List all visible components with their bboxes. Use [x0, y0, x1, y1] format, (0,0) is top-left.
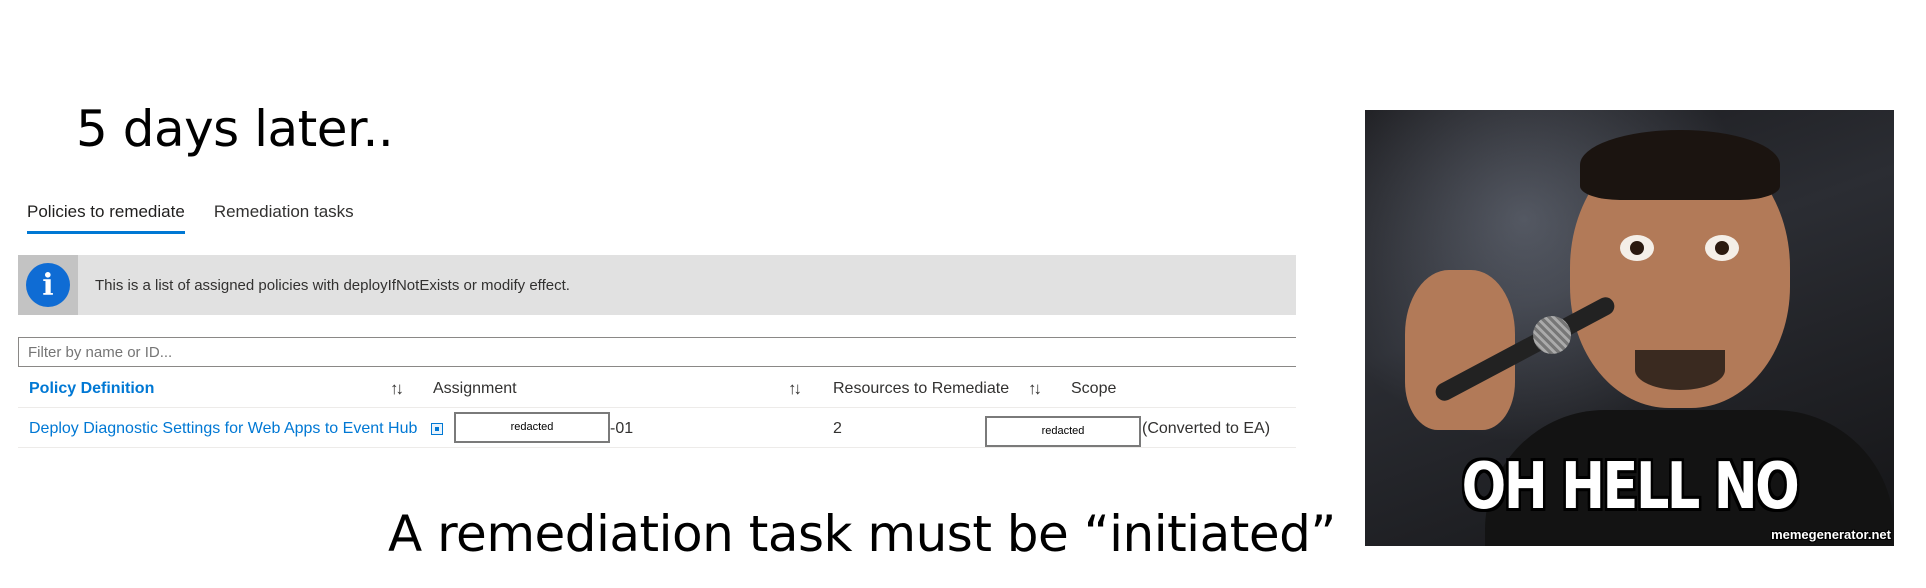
filter-input[interactable]	[18, 337, 1296, 367]
policy-definition-link[interactable]: Deploy Diagnostic Settings for Web Apps …	[29, 410, 417, 448]
slide-caption: A remediation task must be “initiated”	[388, 505, 1336, 563]
hair	[1580, 130, 1780, 200]
microphone-head	[1533, 316, 1571, 354]
right-eye	[1705, 235, 1739, 261]
tab-bar: Policies to remediate Remediation tasks	[18, 198, 364, 234]
resources-count: 2	[833, 420, 842, 437]
tab-policies-to-remediate[interactable]: Policies to remediate	[27, 198, 185, 234]
scope-redacted-box: redacted	[985, 416, 1141, 447]
meme-caption: OH HELL NO	[1461, 450, 1800, 524]
column-header-resources-to-remediate[interactable]: Resources to Remediate	[833, 370, 1009, 408]
raised-hand	[1405, 270, 1515, 430]
scope-suffix: (Converted to EA)	[1142, 420, 1271, 437]
meme-watermark: memegenerator.net	[1771, 527, 1891, 542]
column-header-scope[interactable]: Scope	[1071, 370, 1116, 408]
assignment-suffix: -01	[610, 420, 634, 437]
info-icon-container: i	[18, 255, 78, 315]
info-icon: i	[26, 263, 70, 307]
slide-title: 5 days later..	[76, 100, 394, 158]
tab-remediation-tasks[interactable]: Remediation tasks	[214, 198, 354, 234]
goatee	[1635, 350, 1725, 390]
column-header-assignment[interactable]: Assignment	[433, 370, 517, 408]
table-row: Deploy Diagnostic Settings for Web Apps …	[18, 410, 1296, 448]
sort-resources-icon[interactable]: ↑↓	[1028, 370, 1042, 408]
column-header-policy-definition[interactable]: Policy Definition	[29, 370, 154, 408]
meme-image: OH HELL NO memegenerator.net	[1365, 110, 1894, 546]
left-eye	[1620, 235, 1654, 261]
grid-header: Policy Definition ↑↓ Assignment ↑↓ Resou…	[18, 370, 1296, 408]
sort-policy-definition-icon[interactable]: ↑↓	[390, 370, 404, 408]
info-message-bar: i This is a list of assigned policies wi…	[18, 255, 1296, 315]
info-message-text: This is a list of assigned policies with…	[95, 276, 570, 294]
assignment-redacted-box: redacted	[454, 412, 610, 443]
assignment-icon	[431, 423, 443, 435]
sort-assignment-icon[interactable]: ↑↓	[788, 370, 802, 408]
